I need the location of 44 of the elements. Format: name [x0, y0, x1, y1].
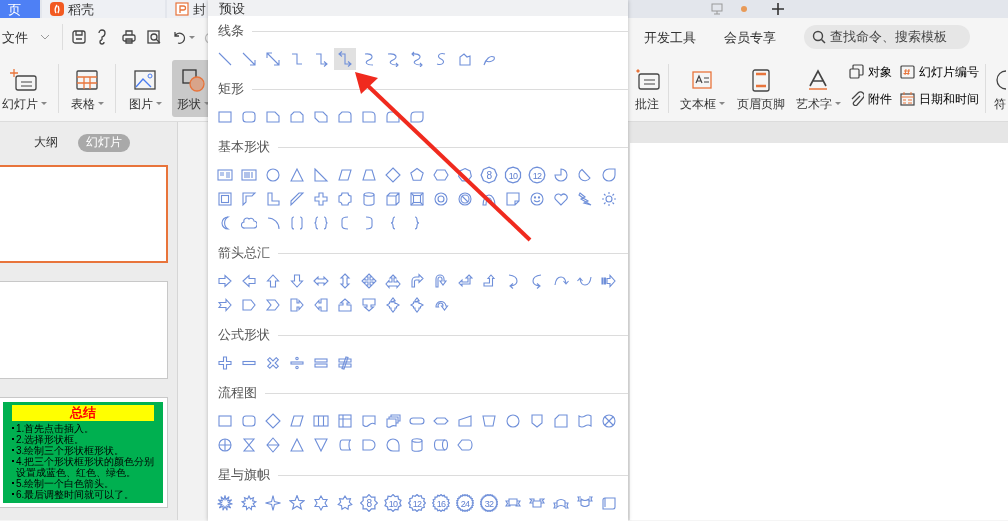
file-menu[interactable]: 文件 [2, 30, 50, 44]
ribbon-button[interactable]: 表格 [65, 60, 109, 117]
panel-tab[interactable]: 大纲 [26, 134, 66, 152]
ribbon-button[interactable]: 幻灯片 [0, 60, 52, 117]
ribbon-button[interactable]: 符 [994, 60, 1008, 117]
section-title: 矩形 [218, 80, 244, 99]
slide-thumbnail[interactable]: 总结 1.首先点击插入。 2.选择形状框。 3.绘制三个形状框形状。 4.把三个形状框形状的颜色分别设置成蓝色、红色、绿色。 5.绘制一个白色箭头。 6.最后调整时间就可以了。 [0, 397, 168, 508]
shape-option[interactable]: 12 [406, 492, 428, 514]
menu-tab[interactable]: 会员专享 [724, 30, 776, 44]
ribbon-button[interactable]: 对象 [849, 64, 892, 79]
ribbon-button[interactable]: 幻灯片编号 [900, 64, 979, 79]
section-title: 基本形状 [218, 138, 270, 157]
shape-option[interactable]: 32 [478, 492, 500, 514]
shape-option[interactable]: 10 [502, 164, 524, 186]
section-title: 线条 [218, 22, 244, 41]
slide-title: 总结 [12, 405, 154, 421]
document-tab[interactable]: 稻壳 [42, 0, 165, 18]
shape-option[interactable]: 10 [382, 492, 404, 514]
ribbon-button[interactable]: 图片 [122, 60, 168, 117]
bullet-text: 6.最后调整时间就可以了。 [16, 489, 135, 500]
ribbon-button[interactable]: 艺术字 [793, 60, 843, 117]
search-field[interactable]: 查找命令、搜索模板 [804, 25, 970, 49]
shape-option[interactable]: 24 [454, 492, 476, 514]
ribbon-button[interactable]: 文本框 [675, 60, 729, 117]
header-label: 预设 [219, 2, 245, 16]
ribbon-button[interactable]: 批注 [632, 60, 662, 117]
shape-option[interactable]: 12 [526, 164, 548, 186]
shape-option[interactable]: 8 [478, 164, 500, 186]
bullet-text: 1.首先点击插入。 [16, 423, 95, 434]
ribbon-button[interactable]: 附件 [849, 91, 892, 106]
ribbon-button[interactable]: 日期和时间 [900, 91, 979, 106]
ribbon-button[interactable]: 页眉页脚 [733, 60, 789, 117]
bullet-text: 5.绘制一个白色箭头。 [16, 478, 115, 489]
shape-option[interactable]: 16 [430, 492, 452, 514]
bullet-text: 4.把三个形状框形状的颜色分别设置成蓝色、红色、绿色。 [16, 456, 156, 478]
menu-tab[interactable]: 开发工具 [644, 30, 696, 44]
bullet-text: 3.绘制三个形状框形状。 [16, 445, 125, 456]
section-title: 公式形状 [218, 326, 270, 345]
bullet-text: 2.选择形状框。 [16, 434, 85, 445]
shape-option[interactable]: 8 [358, 492, 380, 514]
section-title: 流程图 [218, 384, 257, 403]
section-title: 星与旗帜 [218, 466, 270, 485]
section-title: 箭头总汇 [218, 244, 270, 263]
document-tab[interactable]: 页 [0, 0, 40, 18]
